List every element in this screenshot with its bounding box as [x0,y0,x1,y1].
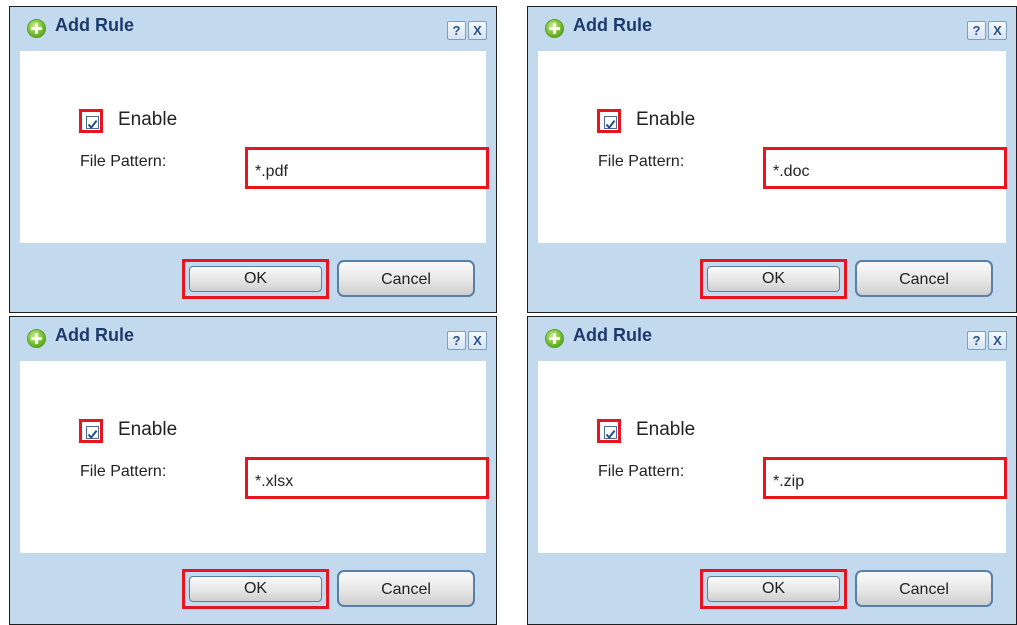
checkmark-icon [605,429,616,440]
enable-checkbox-highlight [597,419,621,443]
enable-checkbox[interactable] [86,426,99,440]
enable-checkbox-highlight [79,109,103,133]
ok-button[interactable]: OK [707,266,840,292]
file-pattern-input[interactable] [769,463,1001,493]
enable-checkbox[interactable] [604,116,617,130]
file-pattern-input[interactable] [769,153,1001,183]
dialog-titlebar[interactable]: Add Rule ? X [528,317,1016,361]
dialog-title: Add Rule [573,325,652,345]
ok-button[interactable]: OK [189,266,322,292]
dialog-titlebar[interactable]: Add Rule ? X [10,7,496,51]
dialog-content: Enable File Pattern: [20,51,489,243]
dialog-content: Enable File Pattern: [20,361,489,553]
add-rule-dialog: Add Rule ? X Enable File Pattern: OK Can… [527,316,1017,625]
enable-checkbox-highlight [79,419,103,443]
enable-label: Enable [118,109,178,130]
enable-label: Enable [118,419,178,440]
help-button[interactable]: ? [967,21,986,40]
dialog-titlebar[interactable]: Add Rule ? X [10,317,496,361]
add-rule-dialog: Add Rule ? X Enable File Pattern: OK Can… [527,6,1017,313]
add-icon [545,329,564,348]
add-rule-dialog: Add Rule ? X Enable File Pattern: OK Can… [9,6,497,313]
dialog-title: Add Rule [55,15,134,35]
ok-button[interactable]: OK [707,576,840,602]
dialog-content: Enable File Pattern: [538,361,1007,553]
ok-button[interactable]: OK [189,576,322,602]
file-pattern-highlight [763,147,1007,189]
file-pattern-label: File Pattern: [598,153,685,170]
checkmark-icon [87,119,98,130]
cancel-button[interactable]: Cancel [855,570,993,607]
add-rule-dialog-grid: Add Rule ? X Enable File Pattern: OK Can… [0,0,1017,625]
dialog-content: Enable File Pattern: [538,51,1007,243]
help-button[interactable]: ? [447,331,466,350]
enable-checkbox[interactable] [604,426,617,440]
ok-button-highlight: OK [700,259,847,299]
cancel-button[interactable]: Cancel [337,570,475,607]
add-icon [27,329,46,348]
close-button[interactable]: X [988,331,1007,350]
add-icon [27,19,46,38]
cancel-button[interactable]: Cancel [337,260,475,297]
close-button[interactable]: X [468,331,487,350]
file-pattern-input[interactable] [251,153,483,183]
enable-checkbox[interactable] [86,116,99,130]
add-rule-dialog: Add Rule ? X Enable File Pattern: OK Can… [9,316,497,625]
help-button[interactable]: ? [447,21,466,40]
file-pattern-label: File Pattern: [80,463,167,480]
ok-button-highlight: OK [700,569,847,609]
enable-label: Enable [636,109,696,130]
ok-button-highlight: OK [182,259,329,299]
file-pattern-label: File Pattern: [80,153,167,170]
checkmark-icon [605,119,616,130]
ok-button-highlight: OK [182,569,329,609]
file-pattern-label: File Pattern: [598,463,685,480]
cancel-button[interactable]: Cancel [855,260,993,297]
file-pattern-highlight [245,457,489,499]
dialog-title: Add Rule [55,325,134,345]
checkmark-icon [87,429,98,440]
help-button[interactable]: ? [967,331,986,350]
dialog-title: Add Rule [573,15,652,35]
file-pattern-input[interactable] [251,463,483,493]
close-button[interactable]: X [468,21,487,40]
add-icon [545,19,564,38]
file-pattern-highlight [763,457,1007,499]
close-button[interactable]: X [988,21,1007,40]
dialog-titlebar[interactable]: Add Rule ? X [528,7,1016,51]
enable-label: Enable [636,419,696,440]
enable-checkbox-highlight [597,109,621,133]
file-pattern-highlight [245,147,489,189]
